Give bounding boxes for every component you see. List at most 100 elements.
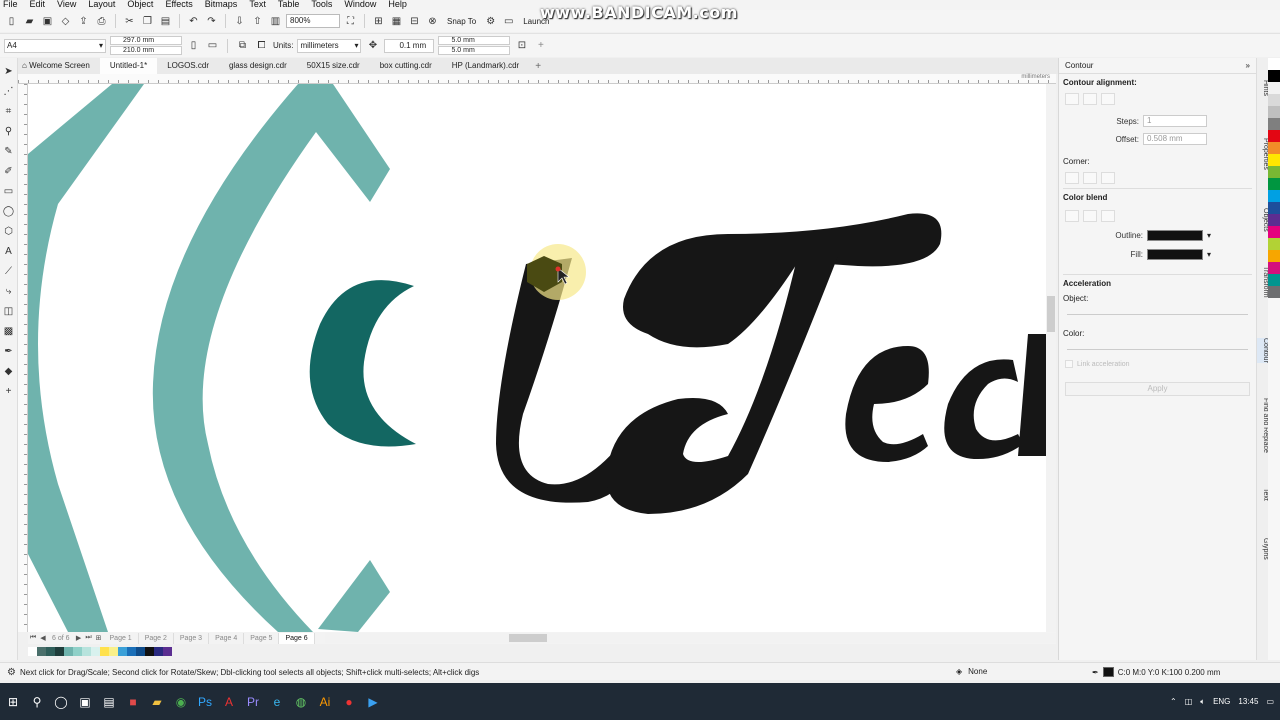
export-pdf-icon[interactable]: ▥ <box>268 14 283 29</box>
interactive-fill-icon[interactable]: ◆ <box>2 364 16 380</box>
inside-icon[interactable] <box>1083 93 1097 105</box>
menu-view[interactable]: View <box>53 0 84 10</box>
tab-glass-design[interactable]: glass design.cdr <box>219 58 297 74</box>
palette-swatch[interactable] <box>136 646 145 656</box>
text-tool-icon[interactable]: A <box>2 244 16 260</box>
counterclockwise-blend-icon[interactable] <box>1101 210 1115 222</box>
menu-tools[interactable]: Tools <box>307 0 340 10</box>
upload-icon[interactable]: ⇪ <box>76 14 91 29</box>
palette-swatch[interactable] <box>37 646 46 656</box>
color-swatch[interactable] <box>1268 238 1280 250</box>
rectangle-tool-icon[interactable]: ▭ <box>2 184 16 200</box>
units-select[interactable]: millimeters <box>297 38 362 53</box>
color-swatch[interactable] <box>1268 214 1280 226</box>
show-rulers-icon[interactable]: ⊞ <box>371 14 386 29</box>
next-page-icon[interactable]: ▶ <box>74 634 84 642</box>
treat-as-filled-icon[interactable]: ⊡ <box>514 38 529 53</box>
full-screen-icon[interactable]: ⛶ <box>343 14 358 29</box>
duplicate-y-input[interactable]: 5.0 mm <box>438 46 511 55</box>
object-acceleration-slider[interactable] <box>1067 311 1248 315</box>
illustrator-icon[interactable]: Ai <box>316 693 334 711</box>
notifications-icon[interactable]: ▭ <box>1266 697 1274 706</box>
fill-color-dropdown-icon[interactable]: ▾ <box>1207 250 1211 259</box>
current-page-icon[interactable]: ⧠ <box>254 38 269 53</box>
menu-help[interactable]: Help <box>384 0 415 10</box>
menu-table[interactable]: Table <box>274 0 308 10</box>
page-tab-6[interactable]: Page 6 <box>279 632 315 644</box>
record-icon[interactable]: ● <box>340 693 358 711</box>
search-icon[interactable]: ⚲ <box>28 693 46 711</box>
page-tab-1[interactable]: Page 1 <box>104 632 139 644</box>
save-icon[interactable]: ▣ <box>40 14 55 29</box>
undo-icon[interactable]: ↶ <box>186 14 201 29</box>
palette-swatch[interactable] <box>154 646 163 656</box>
parallel-dimension-icon[interactable]: ⟋ <box>2 264 16 280</box>
page-tab-3[interactable]: Page 3 <box>174 632 210 644</box>
acrobat-icon[interactable]: A <box>220 693 238 711</box>
palette-swatch[interactable] <box>145 646 154 656</box>
color-swatch[interactable] <box>1268 118 1280 130</box>
app-icon[interactable]: ■ <box>124 693 142 711</box>
all-pages-icon[interactable]: ⧉ <box>235 38 250 53</box>
tab-50x15-size[interactable]: 50X15 size.cdr <box>297 58 370 74</box>
palette-swatch[interactable] <box>82 646 91 656</box>
color-swatch[interactable] <box>1268 166 1280 178</box>
menu-bitmaps[interactable]: Bitmaps <box>201 0 246 10</box>
new-tab-icon[interactable]: + <box>529 61 547 72</box>
tray-chevron-icon[interactable]: ⌃ <box>1170 697 1177 706</box>
photoshop-icon[interactable]: Ps <box>196 693 214 711</box>
network-icon[interactable]: ◫ <box>1185 697 1193 706</box>
new-document-icon[interactable]: ▯ <box>4 14 19 29</box>
landscape-icon[interactable]: ▭ <box>205 38 220 53</box>
palette-swatch[interactable] <box>73 646 82 656</box>
connector-tool-icon[interactable]: ⤷ <box>2 284 16 300</box>
color-swatch[interactable] <box>1268 58 1280 70</box>
menu-window[interactable]: Window <box>340 0 384 10</box>
vscode-icon[interactable]: ▶ <box>364 693 382 711</box>
show-grid-icon[interactable]: ▦ <box>389 14 404 29</box>
offset-input[interactable]: 0.508 mm <box>1143 133 1207 145</box>
color-swatch[interactable] <box>1268 130 1280 142</box>
menu-effects[interactable]: Effects <box>161 0 200 10</box>
palette-swatch[interactable] <box>46 646 55 656</box>
drop-shadow-icon[interactable]: ◫ <box>2 304 16 320</box>
color-swatch[interactable] <box>1268 286 1280 298</box>
palette-swatch[interactable] <box>28 646 37 656</box>
page-width-input[interactable]: 297.0 mm <box>110 36 182 45</box>
snap-to-icon[interactable]: ⊗ <box>425 14 440 29</box>
color-swatch[interactable] <box>1268 190 1280 202</box>
add-tool-icon[interactable]: + <box>2 384 16 400</box>
vertical-ruler[interactable] <box>18 84 28 632</box>
round-corner-icon[interactable] <box>1083 172 1097 184</box>
print-icon[interactable]: ⎙ <box>94 14 109 29</box>
page-preset-select[interactable]: A4 <box>4 38 106 53</box>
volume-icon[interactable]: 🔈︎ <box>1200 697 1205 707</box>
premiere-icon[interactable]: Pr <box>244 693 262 711</box>
snap-to-button[interactable]: Snap To <box>443 17 480 26</box>
last-page-icon[interactable]: ⏭ <box>84 634 94 642</box>
color-acceleration-slider[interactable] <box>1067 346 1248 350</box>
launch-icon[interactable]: ▭ <box>501 14 516 29</box>
palette-swatch[interactable] <box>64 646 73 656</box>
portrait-icon[interactable]: ▯ <box>186 38 201 53</box>
vertical-scroll-thumb[interactable] <box>1047 296 1055 332</box>
ellipse-tool-icon[interactable]: ◯ <box>2 204 16 220</box>
page-tab-4[interactable]: Page 4 <box>209 632 245 644</box>
bevel-corner-icon[interactable] <box>1101 172 1115 184</box>
zoom-level-select[interactable]: 800% <box>286 14 340 28</box>
clock[interactable]: 13:45 <box>1238 697 1258 706</box>
drawing-canvas[interactable] <box>28 84 1046 632</box>
horizontal-scrollbar[interactable] <box>324 633 1056 643</box>
windows-start-icon[interactable]: ⊞ <box>4 693 22 711</box>
color-swatch[interactable] <box>1268 226 1280 238</box>
open-folder-icon[interactable]: ▰ <box>22 14 37 29</box>
folder-icon[interactable]: ▰ <box>148 693 166 711</box>
vertical-scrollbar[interactable] <box>1046 84 1056 632</box>
store-icon[interactable]: ▤ <box>100 693 118 711</box>
color-swatch[interactable] <box>1268 202 1280 214</box>
tab-hp-landmark[interactable]: HP (Landmark).cdr <box>442 58 529 74</box>
tab-untitled-1[interactable]: Untitled-1* <box>99 58 158 74</box>
color-swatch[interactable] <box>1268 142 1280 154</box>
palette-swatch[interactable] <box>91 646 100 656</box>
chrome-icon[interactable]: ◉ <box>172 693 190 711</box>
